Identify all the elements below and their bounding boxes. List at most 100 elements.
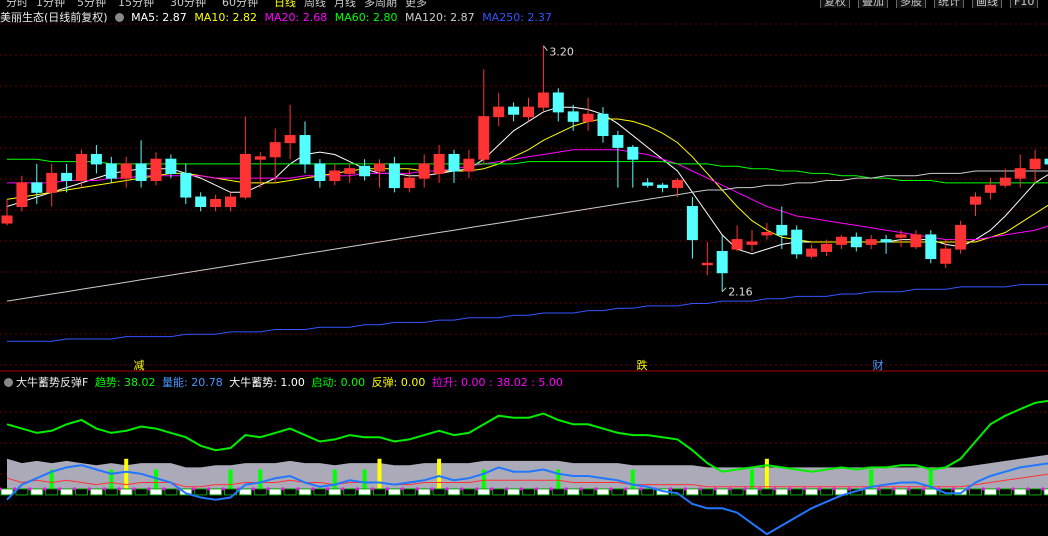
base-dot: [713, 487, 717, 491]
candle: [150, 152, 162, 186]
base-dot: [43, 487, 47, 491]
candle: [597, 107, 609, 143]
candle-body: [314, 163, 326, 181]
base-dot: [683, 487, 688, 491]
base-box: [1028, 488, 1042, 496]
base-dot: [892, 487, 896, 491]
candle-body: [359, 165, 371, 177]
start-signal-bar: [362, 469, 367, 489]
candle-body: [1029, 158, 1041, 170]
candle-body: [210, 198, 222, 208]
base-dot: [490, 487, 494, 491]
base-box: [1043, 488, 1048, 496]
candle: [210, 194, 222, 212]
base-box: [805, 488, 819, 496]
base-dot: [832, 487, 837, 491]
candle-body: [150, 158, 162, 181]
base-box: [596, 488, 610, 496]
kline-chart[interactable]: 3.20 2.16 减 跌 财: [0, 0, 1048, 372]
candle-body: [418, 163, 430, 179]
candle: [1, 199, 13, 226]
base-box: [641, 488, 655, 496]
candle: [657, 182, 669, 193]
candle: [731, 225, 743, 252]
candle: [940, 239, 952, 269]
base-dot: [534, 487, 539, 491]
base-box: [253, 488, 267, 496]
base-dot: [1011, 487, 1015, 491]
base-box: [343, 488, 357, 496]
candle-body: [225, 196, 236, 208]
candle-body: [448, 153, 460, 172]
start-signal-bar: [630, 469, 635, 489]
base-dot: [87, 487, 91, 491]
base-box: [134, 488, 148, 496]
base-dot: [743, 487, 747, 491]
indicator-legend: 大牛蓄势反弹F 趋势: 38.02 量能: 20.78 大牛蓄势: 1.00 启…: [0, 374, 566, 390]
base-dot: [564, 487, 568, 491]
candle: [329, 163, 341, 186]
candle: [999, 168, 1011, 188]
base-box: [998, 488, 1012, 496]
candle: [195, 192, 207, 212]
base-box: [402, 488, 416, 496]
base-dot: [773, 487, 777, 491]
candle: [16, 175, 28, 212]
base-dot: [117, 487, 121, 491]
candle-body: [880, 239, 892, 243]
rebound-label: 反弹: 0.00: [371, 376, 426, 389]
base-box: [45, 488, 59, 496]
candle-body: [776, 224, 788, 236]
base-box: [969, 488, 982, 496]
base-dot: [296, 487, 300, 491]
base-dot: [728, 487, 732, 491]
candle-body: [955, 224, 967, 250]
candle: [493, 92, 505, 127]
candle-body: [1014, 168, 1026, 179]
rise-label: 拉升: 0.00 : 38.02 : 5.00: [431, 376, 563, 389]
base-box: [60, 488, 74, 496]
candle-body: [388, 163, 400, 189]
candle-body: [269, 142, 281, 158]
ma-line-ma60: [7, 158, 1048, 184]
base-box: [864, 488, 878, 496]
signal-marker: 财: [873, 358, 884, 372]
indicator-gear-icon[interactable]: [4, 378, 13, 387]
base-box: [30, 488, 44, 496]
base-dot: [475, 487, 479, 491]
base-dot: [609, 487, 613, 491]
base-dot: [788, 487, 792, 491]
base-dot: [1041, 487, 1045, 491]
base-box: [89, 488, 103, 496]
base-box: [462, 488, 476, 496]
candle-body: [508, 106, 520, 115]
candle: [955, 220, 967, 254]
base-dot: [266, 487, 270, 491]
start-signal-bar: [750, 469, 754, 489]
candle-body: [612, 135, 624, 148]
base-dot: [370, 487, 375, 491]
candle-body: [120, 163, 132, 179]
base-box: [164, 488, 178, 496]
candle-body: [686, 206, 698, 241]
base-box: [700, 488, 714, 496]
base-box: [477, 488, 491, 496]
candle-body: [910, 234, 922, 248]
candle-body: [16, 182, 28, 208]
candle-body: [31, 182, 43, 193]
candle-body: [567, 111, 579, 122]
candle-body: [970, 196, 981, 205]
candle-body: [940, 248, 952, 264]
rebound-signal-bar: [377, 458, 382, 489]
base-box: [820, 488, 833, 496]
base-box: [238, 488, 252, 496]
candle: [135, 140, 147, 188]
candle-body: [254, 156, 266, 160]
ma-line-ma120: [6, 170, 1048, 302]
indicator-chart[interactable]: [0, 390, 1048, 536]
candle-body: [537, 92, 549, 108]
candle-body: [716, 250, 728, 274]
base-box: [149, 488, 163, 496]
base-dot: [326, 487, 330, 491]
base-dot: [803, 487, 807, 491]
